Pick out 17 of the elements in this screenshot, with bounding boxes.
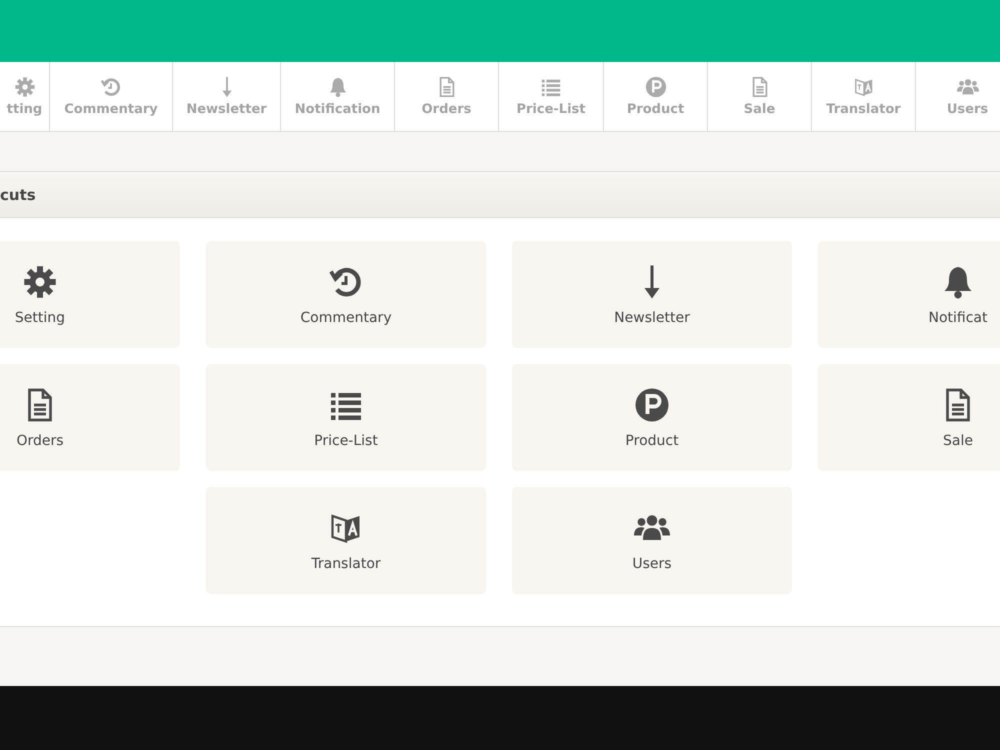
shortcut-tile[interactable]: Commentary [206,241,486,348]
shortcut-tile[interactable]: Price-List [206,364,486,471]
panel-title: cuts [0,186,36,204]
shortcut-tile[interactable]: Newsletter [512,241,792,348]
shortcut-tile[interactable]: Translator [206,487,486,594]
shortcut-tile[interactable]: Orders [0,364,180,471]
p-circle-icon [634,386,670,422]
translate-icon [852,76,874,98]
shortcut-tile[interactable]: Notificat [818,241,1000,348]
p-circle-icon [644,76,666,98]
shortcut-tile[interactable]: Users [512,487,792,594]
gear-icon [14,76,36,98]
shortcut-tile[interactable]: Setting [0,241,180,348]
history-icon [100,76,122,98]
gear-icon [22,264,58,300]
shortcut-tile[interactable]: Sale [818,364,1000,471]
shortcut-tile[interactable]: Product [512,364,792,471]
